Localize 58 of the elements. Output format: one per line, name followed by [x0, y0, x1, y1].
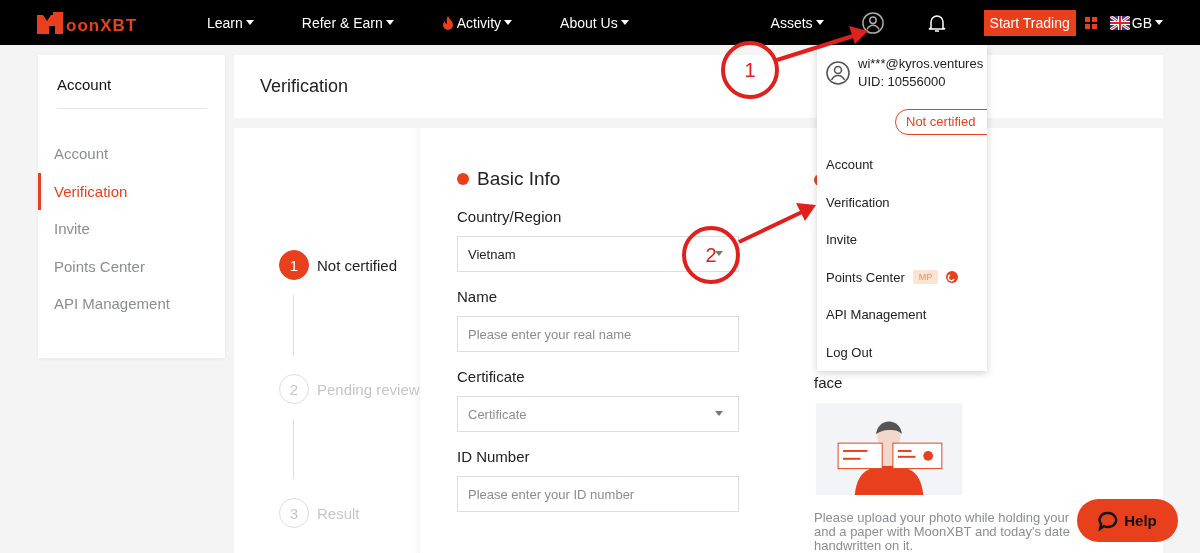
- user-uid: UID: 10556000: [858, 73, 947, 91]
- instruction-text: and a paper with MoonXBT and today's date: [814, 525, 1070, 539]
- step-label: Not certified: [317, 256, 398, 274]
- caret-icon: [385, 20, 394, 25]
- dropdown-menu-item[interactable]: Points Center MP: [826, 258, 987, 296]
- assets-menu[interactable]: Assets: [770, 14, 824, 31]
- sidebar-item[interactable]: Verification: [38, 172, 225, 210]
- nav-menu-item[interactable]: Refer & Earn: [301, 14, 394, 31]
- nav-menu-item[interactable]: Activity: [441, 14, 513, 31]
- dropdown-menu-item[interactable]: Verification: [826, 183, 987, 221]
- step-label: Result: [317, 504, 360, 522]
- input-field[interactable]: Please enter your ID number: [457, 476, 739, 512]
- logo-icon: [37, 11, 65, 34]
- chat-icon: [1098, 510, 1119, 531]
- grid-icon[interactable]: [1084, 16, 1097, 29]
- field-label: ID Number: [457, 448, 531, 466]
- user-icon: [826, 61, 850, 85]
- language-selector[interactable]: GB: [1131, 14, 1163, 31]
- menu-badge: MP: [912, 270, 939, 285]
- nav-menu-item[interactable]: About Us: [560, 14, 629, 31]
- step-number: 3: [279, 498, 309, 528]
- dropdown-menu-item[interactable]: Account: [826, 146, 987, 184]
- step-label: Pending review: [317, 380, 420, 398]
- caret-icon: [715, 251, 723, 256]
- field-label: Country/Region: [457, 208, 563, 226]
- instruction-text: Please upload your photo while holding your: [814, 511, 1070, 525]
- start-trading-button[interactable]: Start Trading: [983, 9, 1076, 36]
- help-button[interactable]: Help: [1077, 499, 1178, 542]
- flame-icon: [441, 15, 454, 30]
- caret-icon: [245, 20, 254, 25]
- caret-icon: [1155, 20, 1163, 25]
- user-icon: [861, 11, 884, 34]
- annotation-marker: 2: [682, 226, 740, 284]
- dropdown-menu-item[interactable]: Log Out: [826, 333, 987, 371]
- section-title: Basic Info: [477, 168, 561, 190]
- field-label: Certificate: [457, 368, 526, 386]
- logo-text: oonXBT: [66, 16, 138, 34]
- instruction-text: handwritten on it.: [814, 539, 913, 553]
- section-label: face: [814, 374, 844, 391]
- bell-icon[interactable]: [927, 12, 946, 33]
- sidebar-title: Account: [57, 75, 207, 109]
- step-number: 2: [279, 374, 309, 404]
- section-dot-icon: [457, 173, 469, 185]
- dropdown-menu-item[interactable]: API Management: [826, 296, 987, 334]
- caret-icon: [815, 20, 824, 25]
- field-label: Name: [457, 288, 498, 306]
- nav-menu-item[interactable]: Learn: [207, 14, 254, 31]
- input-field[interactable]: Please enter your real name: [457, 316, 739, 352]
- user-email: wi***@kyros.ventures: [858, 55, 984, 73]
- caret-icon: [504, 20, 513, 25]
- caret-icon: [715, 411, 723, 416]
- page-title: Verification: [260, 76, 349, 97]
- step-number: 1: [279, 250, 309, 280]
- select-field[interactable]: Certificate: [457, 396, 739, 432]
- dropdown-menu-item[interactable]: Invite: [826, 221, 987, 259]
- caret-icon: [620, 20, 629, 25]
- annotation-marker: 1: [721, 41, 779, 99]
- flag-icon: [1109, 15, 1130, 30]
